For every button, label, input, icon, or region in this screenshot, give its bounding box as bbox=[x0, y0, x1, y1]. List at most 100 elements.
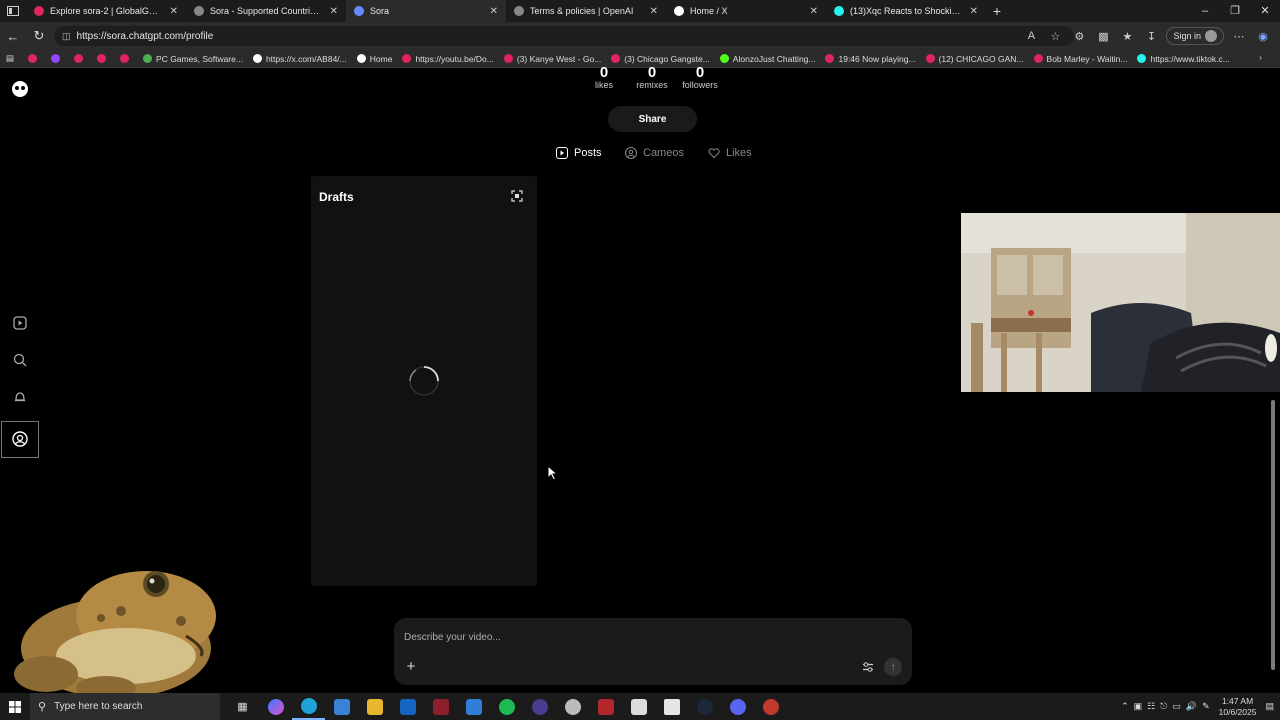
copilot-icon[interactable]: ◉ bbox=[1254, 30, 1272, 43]
new-tab-button[interactable]: + bbox=[986, 3, 1008, 19]
tab-posts[interactable]: Posts bbox=[556, 147, 602, 159]
bookmark-item[interactable]: (3) Chicago Gangste... bbox=[611, 54, 710, 64]
browser-tab[interactable]: Explore sora-2 | GlobalGPT: All-in ✕ bbox=[26, 0, 186, 22]
steam-icon[interactable] bbox=[688, 693, 721, 720]
stat-label: followers bbox=[682, 80, 718, 90]
browser-tab[interactable]: Sora ✕ bbox=[346, 0, 506, 22]
tray-overflow-icon[interactable]: ⌃ bbox=[1121, 701, 1129, 712]
close-tab-icon[interactable]: ✕ bbox=[810, 6, 818, 17]
page-scrollbar[interactable] bbox=[1270, 70, 1276, 674]
tray-display-icon[interactable]: ▭ bbox=[1172, 701, 1181, 712]
bookmark-item[interactable]: https://www.tiktok.c... bbox=[1137, 54, 1230, 64]
bookmark-item[interactable]: (12) CHICAGO GAN... bbox=[925, 54, 1024, 64]
drafts-card[interactable]: Drafts bbox=[311, 176, 537, 586]
notifications-bell-icon[interactable] bbox=[11, 388, 29, 406]
prompt-composer[interactable]: Describe your video... + ↑ bbox=[394, 618, 912, 685]
favorites-icon[interactable]: ★ bbox=[1118, 30, 1136, 43]
bookmark-item[interactable] bbox=[51, 54, 64, 64]
bookmark-item[interactable]: Bob Marley - Waitin... bbox=[1033, 53, 1128, 64]
app-icon-gray[interactable] bbox=[556, 693, 589, 720]
app-icon-blue[interactable] bbox=[457, 693, 490, 720]
bookmark-item[interactable]: Home bbox=[356, 54, 392, 64]
file-explorer-icon[interactable] bbox=[358, 693, 391, 720]
profile-icon[interactable] bbox=[11, 430, 29, 448]
downloads-icon[interactable]: ↧ bbox=[1142, 30, 1160, 43]
browser-tab[interactable]: Home / X ✕ bbox=[666, 0, 826, 22]
edge-browser-icon[interactable] bbox=[292, 693, 325, 720]
search-icon[interactable] bbox=[11, 351, 29, 369]
bookmark-item[interactable]: PC Games, Software... bbox=[143, 54, 243, 64]
app-icon-red-circle[interactable] bbox=[754, 693, 787, 720]
bookmark-item[interactable]: 19:46 Now playing... bbox=[825, 54, 916, 64]
volume-icon[interactable]: 🔊 bbox=[1186, 701, 1197, 712]
bookmark-item[interactable]: AlonzoJust Chatting... bbox=[719, 54, 815, 64]
app-icon-white[interactable] bbox=[622, 693, 655, 720]
discord-icon[interactable] bbox=[721, 693, 754, 720]
tray-app-icon[interactable]: ▣ bbox=[1134, 701, 1143, 712]
prompt-input[interactable]: Describe your video... bbox=[404, 632, 501, 643]
bookmarks-folder-icon[interactable]: ▤ bbox=[6, 53, 14, 64]
home-feed-icon[interactable] bbox=[11, 314, 29, 332]
close-tab-icon[interactable]: ✕ bbox=[970, 6, 978, 17]
favorite-star-icon[interactable]: ☆ bbox=[1046, 30, 1064, 43]
app-icon-purple[interactable] bbox=[523, 693, 556, 720]
tab-favicon-icon bbox=[34, 6, 44, 16]
extensions-icon[interactable]: ⚙ bbox=[1070, 30, 1088, 43]
browser-tab[interactable]: Terms & policies | OpenAI ✕ bbox=[506, 0, 666, 22]
bookmark-item[interactable] bbox=[74, 54, 87, 64]
add-media-button[interactable]: + bbox=[404, 659, 418, 674]
scrollbar-thumb[interactable] bbox=[1271, 400, 1275, 670]
clock[interactable]: 1:47 AM 10/6/2025 bbox=[1219, 696, 1257, 718]
bookmark-favicon-icon bbox=[402, 54, 412, 63]
browser-tab[interactable]: Sora - Supported Countries | Ope ✕ bbox=[186, 0, 346, 22]
bookmark-item[interactable]: (3) Kanye West - Go... bbox=[503, 54, 601, 64]
copilot-taskbar-icon[interactable] bbox=[259, 693, 292, 720]
bookmarks-overflow-icon[interactable]: › bbox=[1259, 52, 1262, 62]
app-icon-mega[interactable] bbox=[589, 693, 622, 720]
task-view-icon[interactable]: ▦ bbox=[226, 693, 259, 720]
notifications-icon[interactable]: ▤ bbox=[1265, 701, 1274, 712]
close-tab-icon[interactable]: ✕ bbox=[170, 6, 178, 17]
store-icon[interactable] bbox=[325, 693, 358, 720]
close-tab-icon[interactable]: ✕ bbox=[330, 6, 338, 17]
bookmark-item[interactable] bbox=[120, 54, 133, 64]
bookmark-item[interactable]: https://x.com/AB84/... bbox=[252, 54, 347, 64]
sora-logo-icon[interactable] bbox=[11, 80, 29, 98]
close-tab-icon[interactable]: ✕ bbox=[490, 6, 498, 17]
close-window-icon[interactable]: ✕ bbox=[1250, 0, 1280, 22]
browser-tab[interactable]: (13)Xqc Reacts to Shocking AI Vi ✕ bbox=[826, 0, 986, 22]
tab-likes[interactable]: Likes bbox=[708, 147, 752, 159]
sign-in-button[interactable]: Sign in bbox=[1166, 27, 1224, 45]
spotify-icon[interactable] bbox=[490, 693, 523, 720]
bookmark-item[interactable]: https://youtu.be/Do... bbox=[402, 54, 494, 64]
back-icon[interactable]: ← bbox=[0, 29, 26, 44]
tray-network-icon[interactable]: ☷ bbox=[1147, 701, 1155, 712]
tray-usb-icon[interactable]: ⎋ bbox=[1160, 701, 1167, 712]
url-field[interactable]: ◫ https://sora.chatgpt.com/profile bbox=[54, 26, 1074, 46]
taskbar-search[interactable]: ⚲ Type here to search bbox=[30, 693, 220, 720]
bookmark-label: Bob Marley - Waitin... bbox=[1046, 53, 1128, 64]
app-icon-roblox[interactable] bbox=[655, 693, 688, 720]
bookmark-item[interactable] bbox=[28, 54, 41, 64]
tab-actions-icon[interactable] bbox=[0, 0, 26, 22]
bookmark-item[interactable] bbox=[97, 54, 110, 64]
share-button[interactable]: Share bbox=[608, 106, 697, 132]
close-tab-icon[interactable]: ✕ bbox=[650, 6, 658, 17]
minimize-icon[interactable]: – bbox=[1190, 0, 1220, 22]
split-screen-icon[interactable]: ▩ bbox=[1094, 30, 1112, 43]
start-windows-icon[interactable] bbox=[0, 693, 30, 720]
maximize-icon[interactable]: ❐ bbox=[1220, 0, 1250, 22]
tab-cameos[interactable]: Cameos bbox=[625, 147, 684, 159]
site-info-icon[interactable]: ◫ bbox=[62, 31, 71, 42]
app-icon-red[interactable] bbox=[424, 693, 457, 720]
expand-icon[interactable] bbox=[511, 190, 523, 202]
outlook-icon[interactable] bbox=[391, 693, 424, 720]
tray-pen-icon[interactable]: ✎ bbox=[1202, 701, 1210, 712]
settings-sliders-icon[interactable] bbox=[862, 661, 874, 673]
read-aloud-icon[interactable]: A bbox=[1022, 30, 1040, 42]
more-options-icon[interactable]: ⋯ bbox=[1230, 30, 1248, 43]
taskbar-search-placeholder: Type here to search bbox=[54, 701, 143, 712]
send-arrow-icon[interactable]: ↑ bbox=[884, 658, 902, 676]
window-controls: – ❐ ✕ bbox=[1190, 0, 1280, 22]
refresh-icon[interactable]: ↻ bbox=[26, 28, 52, 44]
